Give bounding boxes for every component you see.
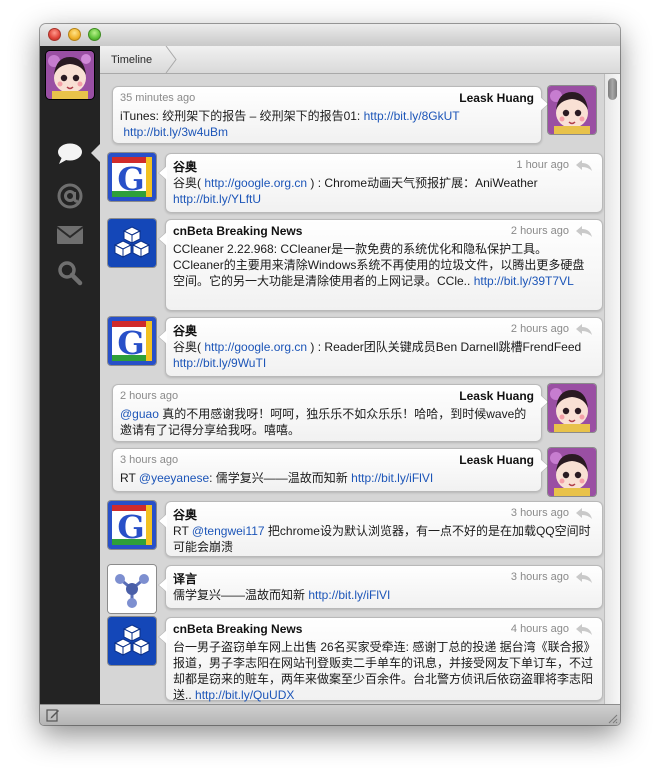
title-bar [40, 24, 620, 47]
tweet-author[interactable]: 译言 [173, 570, 197, 587]
tweet-link[interactable]: http://bit.ly/iFlVI [351, 471, 433, 485]
tweet-time: 1 hour ago [516, 159, 569, 171]
tweet[interactable]: cnBeta Breaking News 4 hours ago 台一男子盗窃单… [108, 617, 605, 702]
compose-icon[interactable] [46, 708, 60, 722]
avatar[interactable]: G [108, 317, 156, 365]
svg-text:G: G [117, 160, 144, 198]
tweet-link[interactable]: http://bit.ly/QuUDX [195, 688, 294, 702]
tweet-text: 儒学复兴——温故而知新 http://bit.ly/iFlVI [173, 588, 391, 602]
reply-icon[interactable] [575, 570, 593, 584]
tweet-time: 2 hours ago [120, 390, 179, 402]
tweet-author[interactable]: Leask Huang [459, 91, 534, 105]
tweet-author[interactable]: 谷奥 [173, 322, 197, 339]
tweet[interactable]: 35 minutes ago Leask Huang iTunes: 绞刑架下的… [110, 86, 605, 144]
tweet-author[interactable]: cnBeta Breaking News [173, 622, 302, 636]
avatar[interactable]: G [108, 501, 156, 549]
minimize-button[interactable] [68, 28, 81, 41]
avatar[interactable] [548, 448, 596, 496]
tweet-link[interactable]: http://bit.ly/YLftU [173, 192, 261, 206]
tweet-author[interactable]: 谷奥 [173, 158, 197, 175]
tweet[interactable]: G 谷奥 1 hour ago 谷奥( http://google.org.cn… [108, 153, 605, 213]
tweet-mention[interactable]: @guao [120, 407, 159, 421]
avatar[interactable] [108, 219, 156, 267]
at-icon[interactable] [50, 181, 90, 211]
tweet[interactable]: G 谷奥 3 hours ago RT @tengwei117 把chrome设… [108, 501, 605, 561]
tweet-text: @guao 真的不用感谢我呀！呵呵，独乐乐不如众乐乐！哈哈，到时候wave的邀请… [120, 407, 527, 437]
tweet-time: 35 minutes ago [120, 92, 196, 104]
tweet-text: 台一男子盗窃单车网上出售 26名买家受牵连: 感谢丁总的投递 据台湾《联合报》报… [173, 640, 594, 702]
resize-grip-icon[interactable] [606, 712, 618, 724]
search-icon[interactable] [50, 258, 90, 288]
tweet[interactable]: G 谷奥 2 hours ago 谷奥( http://google.org.c… [108, 317, 605, 377]
tweet-bubble: 谷奥 2 hours ago 谷奥( http://google.org.cn … [158, 317, 603, 377]
svg-text:G: G [117, 324, 144, 362]
breadcrumb: Timeline [100, 46, 620, 74]
reply-icon[interactable] [575, 158, 593, 172]
reply-icon[interactable] [575, 224, 593, 238]
tweet-mention[interactable]: @yeeyanese [139, 471, 209, 485]
speech-bubble-icon[interactable] [50, 139, 90, 169]
sidebar [40, 46, 100, 704]
svg-text:G: G [117, 508, 144, 546]
breadcrumb-timeline[interactable]: Timeline [100, 46, 170, 73]
tweet-time: 3 hours ago [510, 507, 569, 519]
tweet-time: 3 hours ago [510, 571, 569, 583]
tweet-bubble: cnBeta Breaking News 4 hours ago 台一男子盗窃单… [158, 617, 603, 702]
tweet-text: 谷奥( http://google.org.cn ) : Reader团队关键成… [173, 340, 582, 370]
tweet-bubble: 3 hours ago Leask Huang RT @yeeyanese: 儒… [112, 448, 549, 492]
account-avatar[interactable] [46, 51, 94, 99]
reply-icon[interactable] [575, 506, 593, 520]
tweet-time: 4 hours ago [510, 623, 569, 635]
tweet-link[interactable]: http://bit.ly/iFlVI [308, 588, 390, 602]
reply-icon[interactable] [575, 622, 593, 636]
timeline[interactable]: 35 minutes ago Leask Huang iTunes: 绞刑架下的… [100, 74, 620, 704]
zoom-button[interactable] [88, 28, 101, 41]
tweet-link[interactable]: http://bit.ly/8GkUT [364, 109, 460, 123]
tweet-text: RT @yeeyanese: 儒学复兴——温故而知新 http://bit.ly… [120, 471, 434, 485]
tweet-mention[interactable]: @tengwei117 [192, 524, 265, 538]
tweet-text: iTunes: 绞刑架下的报告 – 绞刑架下的报告01: http://bit.… [120, 109, 460, 139]
tweet-author[interactable]: 谷奥 [173, 506, 197, 523]
tweet-time: 3 hours ago [120, 454, 179, 466]
tweet-author[interactable]: cnBeta Breaking News [173, 224, 302, 238]
avatar[interactable] [108, 565, 156, 613]
envelope-icon[interactable] [50, 220, 90, 250]
tweet-link[interactable]: http://google.org.cn [204, 176, 307, 190]
app-window: Timeline 35 minutes ago Leask Huang iTun… [40, 24, 620, 725]
tweet[interactable]: cnBeta Breaking News 2 hours ago CCleane… [108, 219, 605, 311]
avatar[interactable] [548, 86, 596, 134]
scrollbar[interactable] [604, 74, 620, 704]
tweet-bubble: 谷奥 3 hours ago RT @tengwei117 把chrome设为默… [158, 501, 603, 557]
tweet-bubble: 35 minutes ago Leask Huang iTunes: 绞刑架下的… [112, 86, 549, 144]
tweet-link[interactable]: http://bit.ly/39T7VL [474, 274, 574, 288]
tweet[interactable]: 译言 3 hours ago 儒学复兴——温故而知新 http://bit.ly… [108, 565, 605, 613]
tweet-bubble: 谷奥 1 hour ago 谷奥( http://google.org.cn )… [158, 153, 603, 213]
reply-icon[interactable] [575, 322, 593, 336]
avatar[interactable]: G [108, 153, 156, 201]
breadcrumb-separator-icon [165, 46, 177, 73]
tweet-time: 2 hours ago [510, 225, 569, 237]
tweet-link[interactable]: http://bit.ly/3w4uBm [123, 125, 228, 139]
selected-indicator [91, 144, 100, 162]
tweet-link[interactable]: http://google.org.cn [204, 340, 307, 354]
tweet-bubble: cnBeta Breaking News 2 hours ago CCleane… [158, 219, 603, 311]
close-button[interactable] [48, 28, 61, 41]
tweet-link[interactable]: http://bit.ly/9WuTI [173, 356, 266, 370]
tweet-author[interactable]: Leask Huang [459, 453, 534, 467]
tweet-text: RT @tengwei117 把chrome设为默认浏览器，有一点不好的是在加载… [173, 524, 591, 554]
tweet-bubble: 2 hours ago Leask Huang @guao 真的不用感谢我呀！呵… [112, 384, 549, 442]
tweet-text: 谷奥( http://google.org.cn ) : Chrome动画天气预… [173, 176, 538, 206]
tweet-time: 2 hours ago [510, 323, 569, 335]
tweet-bubble: 译言 3 hours ago 儒学复兴——温故而知新 http://bit.ly… [158, 565, 603, 609]
bottom-bar [40, 704, 620, 725]
scrollbar-thumb[interactable] [608, 78, 617, 100]
tweet[interactable]: 3 hours ago Leask Huang RT @yeeyanese: 儒… [110, 448, 605, 496]
tweet-text: CCleaner 2.22.968: CCleaner是一款免费的系统优化和隐私… [173, 242, 585, 288]
tweet-author[interactable]: Leask Huang [459, 389, 534, 403]
tweet[interactable]: 2 hours ago Leask Huang @guao 真的不用感谢我呀！呵… [110, 384, 605, 442]
avatar[interactable] [548, 384, 596, 432]
avatar[interactable] [108, 617, 156, 665]
